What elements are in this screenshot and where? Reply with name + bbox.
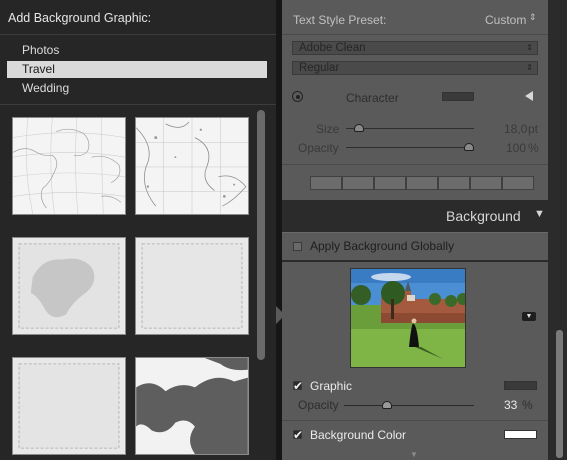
opacity-slider-track[interactable] [346, 147, 474, 148]
popup-title: Add Background Graphic: [8, 11, 152, 25]
map-europe-frame-graphic [13, 238, 125, 334]
thumbnail-map-europe-frame[interactable] [12, 237, 126, 335]
text-style-preset-value[interactable]: Custom [485, 13, 526, 27]
graphic-options-dropdown-icon[interactable]: ▼ [522, 312, 536, 321]
thumbnail-map-silhouette[interactable] [135, 357, 249, 455]
graphic-label[interactable]: Graphic [310, 379, 352, 393]
thumbnail-blank-frame[interactable] [135, 237, 249, 335]
world-map-graphic [13, 118, 125, 214]
checkmark-icon: ✔ [293, 379, 304, 393]
align-center-button[interactable] [342, 176, 374, 190]
apply-globally-row: Apply Background Globally [282, 232, 548, 260]
photo-preview [351, 269, 465, 367]
text-style-preset-label: Text Style Preset: [293, 13, 387, 27]
scroll-down-indicator-icon: ▼ [410, 450, 418, 459]
panel-scrollbar[interactable] [556, 330, 563, 458]
divider [282, 34, 548, 35]
apply-globally-checkbox[interactable] [293, 242, 302, 251]
graphic-opacity-unit: % [522, 398, 533, 412]
opacity-slider-knob[interactable] [464, 143, 474, 151]
graphic-opacity-label: Opacity [298, 398, 339, 412]
checkmark-icon: ✔ [293, 428, 304, 442]
category-wedding[interactable]: Wedding [7, 80, 267, 97]
graphic-opacity-slider-track[interactable] [344, 405, 474, 406]
collapse-triangle-icon[interactable] [525, 91, 533, 101]
align-middle-button[interactable] [470, 176, 502, 190]
font-family-select[interactable]: Adobe Clean ⇕ [292, 41, 538, 55]
category-travel[interactable]: Travel [7, 61, 267, 78]
size-unit: pt [528, 122, 539, 136]
map-silhouette-graphic [136, 358, 248, 454]
thumbnail-blank-square[interactable] [12, 357, 126, 455]
apply-globally-label[interactable]: Apply Background Globally [310, 239, 454, 253]
opacity-value[interactable]: 100 [506, 141, 526, 155]
divider [282, 164, 548, 165]
opacity-unit: % [528, 141, 539, 155]
font-family-value: Adobe Clean [299, 42, 366, 54]
collapse-triangle-icon[interactable]: ▼ [534, 208, 545, 220]
select-arrows-icon: ⇕ [526, 43, 533, 52]
target-icon[interactable] [292, 91, 303, 102]
size-slider-knob[interactable] [353, 124, 364, 132]
align-bottom-button[interactable] [502, 176, 534, 190]
graphic-preview-image[interactable] [350, 268, 466, 368]
size-value[interactable]: 18,0 [504, 122, 527, 136]
select-arrows-icon: ⇕ [526, 63, 533, 72]
size-label: Size [316, 122, 340, 136]
background-color-label[interactable]: Background Color [310, 428, 406, 442]
align-top-button[interactable] [438, 176, 470, 190]
divider [282, 420, 548, 421]
character-color-swatch[interactable] [442, 92, 474, 101]
divider [0, 34, 276, 35]
blank-frame-graphic [136, 238, 248, 334]
thumbnail-map-detail[interactable] [135, 117, 249, 215]
font-style-value: Regular [299, 62, 340, 74]
opacity-label: Opacity [298, 141, 339, 155]
align-left-button[interactable] [310, 176, 342, 190]
character-label: Character [346, 91, 399, 105]
background-color-swatch[interactable] [504, 430, 537, 439]
map-detail-graphic [136, 118, 248, 214]
graphic-opacity-value[interactable]: 33 [504, 398, 517, 412]
preset-dropdown-icon[interactable]: ⇕ [529, 12, 537, 23]
thumbnail-world-map[interactable] [12, 117, 126, 215]
background-graphic-popup: Add Background Graphic: Photos Travel We… [0, 0, 276, 460]
thumbnail-scrollbar[interactable] [257, 110, 265, 360]
background-section-title[interactable]: Background [446, 208, 521, 224]
divider [0, 104, 276, 105]
graphic-opacity-slider-knob[interactable] [381, 401, 392, 409]
font-style-select[interactable]: Regular ⇕ [292, 61, 538, 75]
graphic-settings-box: ▼ ✔ Graphic Opacity 33 % ✔ Background Co… [282, 262, 548, 460]
align-right-button[interactable] [374, 176, 406, 190]
text-settings-box: Text Style Preset: Custom ⇕ Adobe Clean ⇕… [282, 0, 548, 200]
category-photos[interactable]: Photos [7, 42, 267, 59]
graphic-color-swatch[interactable] [504, 381, 537, 390]
blank-square-graphic [13, 358, 125, 454]
align-justify-button[interactable] [406, 176, 438, 190]
size-slider-track[interactable] [346, 128, 474, 129]
right-panel: Text Style Preset: Custom ⇕ Adobe Clean ⇕… [282, 0, 567, 460]
